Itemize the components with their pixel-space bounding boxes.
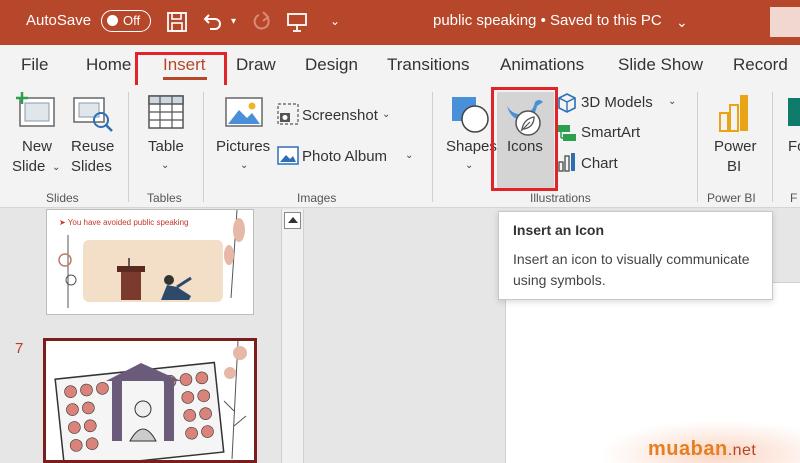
forms-label[interactable]: Fo [788,138,800,156]
table-dropdown-icon[interactable]: ⌄ [161,160,169,171]
group-label-images: Images [297,191,337,205]
redo-icon[interactable] [250,10,274,34]
group-label-illustrations: Illustrations [530,191,591,205]
tooltip-body: Insert an icon to visually communicate u… [513,251,750,288]
tab-home[interactable]: Home [86,55,131,75]
ribbon [0,85,800,208]
tab-record[interactable]: Record [733,55,788,75]
new-slide-icon[interactable] [14,92,58,130]
new-slide-label-2[interactable]: Slide [12,158,45,176]
tab-draw[interactable]: Draw [236,55,276,75]
screenshot-label[interactable]: Screenshot [302,107,378,125]
floral-decoration [58,235,77,308]
3d-models-label[interactable]: 3D Models [581,94,653,112]
pictures-icon[interactable] [224,96,264,128]
present-icon[interactable] [285,10,309,34]
icons-tooltip: Insert an Icon Insert an icon to visuall… [498,211,773,300]
autosave-state: Off [123,13,141,28]
floral-decoration [223,341,247,460]
customize-qat-icon[interactable]: ⌄ [330,14,340,28]
group-divider [432,92,433,202]
shapes-label[interactable]: Shapes [446,138,497,156]
power-bi-icon[interactable] [717,93,751,133]
forms-icon[interactable] [788,96,800,128]
scroll-up-icon[interactable] [284,212,301,229]
save-icon[interactable] [165,10,189,34]
tab-transitions[interactable]: Transitions [387,55,470,75]
thumbnail-scrollbar[interactable] [281,209,304,463]
slide-number-7: 7 [15,340,24,357]
slide-6-text: ➤ You have avoided public speaking [59,218,189,227]
toggle-knob [107,15,118,26]
tab-file[interactable]: File [21,55,48,75]
document-title[interactable]: public speaking • Saved to this PC [433,12,662,29]
new-slide-label-1[interactable]: New [22,138,52,156]
autosave-label: AutoSave [26,12,92,29]
group-divider [697,92,698,202]
chart-label[interactable]: Chart [581,155,618,173]
undo-icon[interactable] [200,10,224,34]
screenshot-icon[interactable] [277,103,299,125]
undo-dropdown-icon[interactable]: ▾ [231,16,236,27]
new-slide-dropdown-icon[interactable]: ⌄ [52,162,60,173]
group-label-forms: F [790,191,798,205]
reuse-slides-label-1[interactable]: Reuse [71,138,114,156]
watermark-logo: muaban.net [648,438,757,460]
pictures-label[interactable]: Pictures [216,138,270,156]
tab-design[interactable]: Design [305,55,358,75]
group-divider [203,92,204,202]
tab-animations[interactable]: Animations [500,55,584,75]
smartart-icon[interactable] [557,124,577,142]
photo-album-label[interactable]: Photo Album [302,148,387,166]
shapes-dropdown-icon[interactable]: ⌄ [465,160,473,171]
smartart-label[interactable]: SmartArt [581,124,640,142]
shapes-icon[interactable] [449,94,491,136]
3d-models-icon[interactable] [557,93,577,113]
tooltip-title: Insert an Icon [513,222,605,238]
window-control-button[interactable] [770,7,800,37]
screenshot-dropdown-icon[interactable]: ⌄ [382,109,390,120]
title-dropdown-icon[interactable]: ⌄ [676,14,688,31]
chart-icon[interactable] [557,152,577,172]
ribbon-tab-bar: File Home Insert Draw Design Transitions… [0,45,800,85]
reuse-slides-icon[interactable] [72,96,114,132]
autosave-toggle[interactable]: Off [101,10,151,32]
photo-album-icon[interactable] [277,146,299,166]
table-label[interactable]: Table [148,138,184,156]
group-label-tables: Tables [147,191,182,205]
tab-slide-show[interactable]: Slide Show [618,55,703,75]
table-icon[interactable] [147,94,185,130]
group-label-power-bi: Power BI [707,191,756,205]
slide-thumbnail-7[interactable] [43,338,257,463]
floral-decoration [224,210,245,299]
speaker-illustration [117,258,192,300]
photo-album-dropdown-icon[interactable]: ⌄ [405,150,413,161]
group-label-slides: Slides [46,191,79,205]
power-bi-label-1[interactable]: Power [714,138,757,156]
title-bar: AutoSave Off ▾ ⌄ public speaking • Saved… [0,0,800,45]
group-divider [772,92,773,202]
pictures-dropdown-icon[interactable]: ⌄ [240,160,248,171]
power-bi-label-2[interactable]: BI [727,158,741,176]
icons-button-highlight [491,87,558,191]
3d-models-dropdown-icon[interactable]: ⌄ [668,96,676,107]
group-divider [128,92,129,202]
reuse-slides-label-2[interactable]: Slides [71,158,112,176]
slide-thumbnail-6[interactable]: ➤ You have avoided public speaking [46,209,254,315]
